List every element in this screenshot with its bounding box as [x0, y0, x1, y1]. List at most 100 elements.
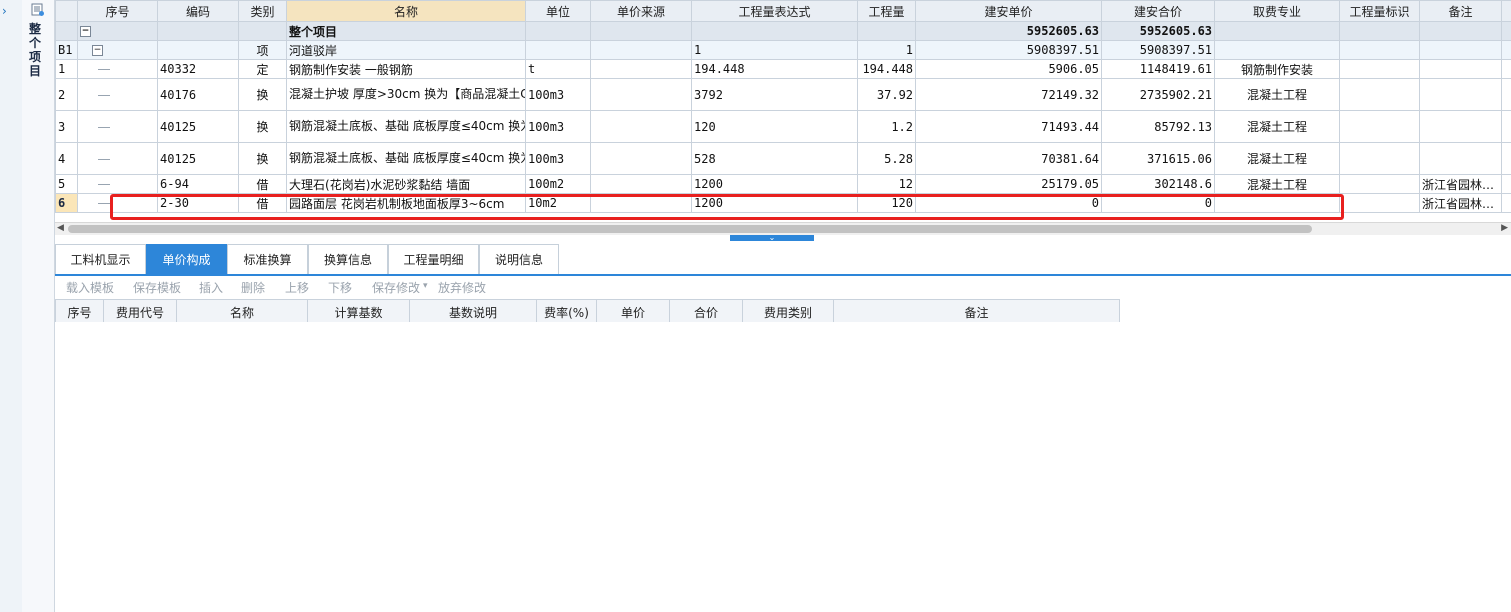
load-template-button[interactable]: 载入模板	[66, 279, 114, 296]
row-name[interactable]: 河道驳岸	[286, 40, 527, 60]
scrollbar-thumb[interactable]	[68, 225, 1312, 233]
row-expr[interactable]: 528	[691, 142, 859, 175]
header-seq[interactable]: 序号	[76, 0, 159, 22]
row-flag[interactable]	[1339, 110, 1421, 143]
row-flag[interactable]	[1339, 78, 1421, 111]
row-code[interactable]: 6-94	[157, 174, 240, 194]
header-price-source[interactable]: 单价来源	[590, 0, 693, 22]
row-code[interactable]: 40176	[157, 78, 240, 111]
row-code[interactable]: 2-30	[157, 193, 240, 213]
sub-header-name[interactable]: 名称	[176, 299, 308, 325]
row-flag[interactable]	[1339, 59, 1421, 79]
header-code[interactable]: 编码	[157, 0, 240, 22]
tab-labor-material-machine[interactable]: 工料机显示	[55, 244, 146, 274]
row-fee-spec[interactable]: 混凝土工程	[1214, 142, 1341, 175]
row-src[interactable]	[590, 78, 693, 111]
sub-header-fee-type[interactable]: 费用类别	[742, 299, 834, 325]
header-name[interactable]: 名称	[286, 0, 527, 22]
row-name[interactable]: 钢筋制作安装 一般钢筋	[286, 59, 527, 79]
insert-button[interactable]: 插入	[199, 279, 223, 296]
tab-unit-price-composition[interactable]: 单价构成	[146, 244, 227, 274]
row-src[interactable]	[590, 59, 693, 79]
row-expr[interactable]: 1	[691, 40, 859, 60]
row-src[interactable]	[590, 142, 693, 175]
row-note[interactable]	[1419, 59, 1503, 79]
tab-description-info[interactable]: 说明信息	[479, 244, 559, 274]
table-row[interactable]: 1 40332 定 钢筋制作安装 一般钢筋 t 194.448 194.448 …	[55, 59, 1511, 79]
tab-conversion-info[interactable]: 换算信息	[308, 244, 388, 274]
row-code[interactable]: 40125	[157, 142, 240, 175]
row-fee-spec[interactable]	[1214, 193, 1341, 213]
save-template-button[interactable]: 保存模板	[133, 279, 181, 296]
row-unit[interactable]: t	[525, 59, 592, 79]
scroll-left-icon[interactable]: ◀	[57, 223, 64, 233]
row-expr[interactable]: 120	[691, 110, 859, 143]
row-expr[interactable]: 3792	[691, 78, 859, 111]
header-total-price[interactable]: 建安合价	[1101, 0, 1216, 22]
row-src[interactable]	[590, 193, 693, 213]
row-flag[interactable]	[1339, 142, 1421, 175]
sub-header-unit-price[interactable]: 单价	[596, 299, 670, 325]
row-code[interactable]: 40332	[157, 59, 240, 79]
row-flag[interactable]	[1339, 174, 1421, 194]
row-code[interactable]: 40125	[157, 110, 240, 143]
row-note[interactable]	[1419, 78, 1503, 111]
save-changes-button[interactable]: 保存修改	[372, 279, 420, 296]
price-composition-body[interactable]	[55, 322, 1511, 612]
row-expr[interactable]: 194.448	[691, 59, 859, 79]
chevron-down-icon[interactable]: ▾	[423, 281, 428, 291]
row-expr[interactable]: 1200	[691, 193, 859, 213]
row-unit[interactable]: 10m2	[525, 193, 592, 213]
sub-header-calc-base[interactable]: 计算基数	[307, 299, 410, 325]
sub-header-base-desc[interactable]: 基数说明	[409, 299, 537, 325]
table-row[interactable]: 2 40176 换 混凝土护坡 厚度>30cm 换为【商品混凝土C30】 100…	[55, 78, 1511, 111]
sub-header-fee-code[interactable]: 费用代号	[103, 299, 177, 325]
row-unit[interactable]: 100m3	[525, 142, 592, 175]
table-row-selected[interactable]: 6 2-30 借 园路面层 花岗岩机制板地面板厚3~6cm 10m2 1200 …	[55, 193, 1511, 213]
tab-standard-conversion[interactable]: 标准换算	[227, 244, 308, 274]
row-name[interactable]: 园路面层 花岗岩机制板地面板厚3~6cm	[286, 193, 527, 213]
panel-splitter-handle[interactable]: ⌄	[730, 234, 814, 242]
collapse-marker-icon[interactable]: ›	[2, 4, 7, 18]
row-note[interactable]: 浙江省园林…	[1419, 193, 1503, 213]
collapse-icon[interactable]: −	[80, 26, 91, 37]
sub-header-seq[interactable]: 序号	[55, 299, 104, 325]
table-row-total[interactable]: − 整个项目 5952605.63 5952605.63	[55, 21, 1511, 41]
row-name[interactable]: 混凝土护坡 厚度>30cm 换为【商品混凝土C30】	[286, 78, 527, 111]
collapse-icon[interactable]: −	[92, 45, 103, 56]
move-up-button[interactable]: 上移	[285, 279, 309, 296]
row-fee-spec[interactable]: 混凝土工程	[1214, 78, 1341, 111]
sub-header-total[interactable]: 合价	[669, 299, 743, 325]
side-project-label[interactable]: 整个项目	[29, 22, 45, 78]
tab-quantity-detail[interactable]: 工程量明细	[388, 244, 479, 274]
header-unit-price[interactable]: 建安单价	[915, 0, 1103, 22]
table-row[interactable]: 3 40125 换 钢筋混凝土底板、基础 底板厚度≤40cm 换为【商品混凝土C…	[55, 110, 1511, 143]
table-row[interactable]: 4 40125 换 钢筋混凝土底板、基础 底板厚度≤40cm 换为【商品混凝土C…	[55, 142, 1511, 175]
row-fee-spec[interactable]: 混凝土工程	[1214, 110, 1341, 143]
discard-changes-button[interactable]: 放弃修改	[438, 279, 486, 296]
delete-button[interactable]: 删除	[241, 279, 265, 296]
sub-header-note[interactable]: 备注	[833, 299, 1120, 325]
header-fee-spec[interactable]: 取费专业	[1214, 0, 1341, 22]
row-src[interactable]	[590, 174, 693, 194]
header-note[interactable]: 备注	[1419, 0, 1503, 22]
table-row-b1[interactable]: B1 − 项 河道驳岸 1 1 5908397.51 5908397.51	[55, 40, 1511, 60]
header-qty-expr[interactable]: 工程量表达式	[691, 0, 859, 22]
row-name[interactable]: 钢筋混凝土底板、基础 底板厚度≤40cm 换为【商品混凝土C20】	[286, 142, 527, 175]
row-name[interactable]: 钢筋混凝土底板、基础 底板厚度≤40cm 换为【商品混凝土C25】	[286, 110, 527, 143]
header-qty-flag[interactable]: 工程量标识	[1339, 0, 1421, 22]
row-flag[interactable]	[1339, 193, 1421, 213]
row-fee-spec[interactable]: 混凝土工程	[1214, 174, 1341, 194]
header-qty[interactable]: 工程量	[857, 0, 917, 22]
move-down-button[interactable]: 下移	[328, 279, 352, 296]
table-row[interactable]: 5 6-94 借 大理石(花岗岩)水泥砂浆黏结 墙面 100m2 1200 12…	[55, 174, 1511, 194]
row-note[interactable]: 浙江省园林…	[1419, 174, 1503, 194]
row-name[interactable]: 大理石(花岗岩)水泥砂浆黏结 墙面	[286, 174, 527, 194]
sub-header-rate[interactable]: 费率(%)	[536, 299, 597, 325]
horizontal-scrollbar[interactable]: ◀ ▶	[55, 222, 1511, 235]
row-note[interactable]	[1419, 110, 1503, 143]
row-fee-spec[interactable]: 钢筋制作安装	[1214, 59, 1341, 79]
row-note[interactable]	[1419, 142, 1503, 175]
row-unit[interactable]: 100m3	[525, 110, 592, 143]
row-unit[interactable]: 100m2	[525, 174, 592, 194]
